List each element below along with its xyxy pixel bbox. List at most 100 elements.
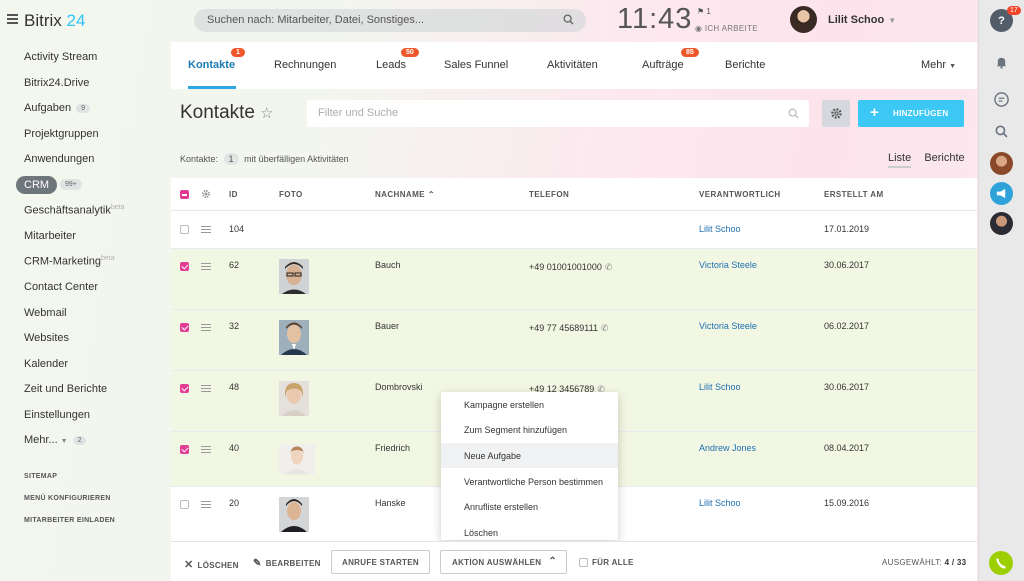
table-row[interactable]: 62 Bauch +49 01001001000 ✆ Victoria Steel… (171, 249, 977, 310)
table-row[interactable]: 104 Lilit Schoo 17.01.2019 (171, 211, 977, 249)
sidebar-item-applications[interactable]: Anwendungen (24, 153, 94, 165)
view-list-tab[interactable]: Liste (888, 152, 912, 168)
sidebar-item-crm-marketing[interactable]: CRM-Marketingbeta (24, 255, 115, 268)
sitemap-link[interactable]: SITEMAP (24, 473, 57, 480)
choose-action-select[interactable]: AKTION AUSWÄHLEN ⌃ (440, 550, 567, 574)
sidebar-item-settings[interactable]: Einstellungen (24, 409, 90, 421)
flag-counter[interactable]: ⚑ 1 (697, 7, 711, 16)
invite-employees-link[interactable]: MITARBEITER EINLADEN (24, 517, 115, 524)
sidebar-item-webmail[interactable]: Webmail (24, 307, 67, 319)
star-icon[interactable]: ☆ (260, 104, 273, 122)
col-last-name[interactable]: NACHNAME ⌃ (375, 190, 435, 199)
cell-phone[interactable]: +49 77 45689111 ✆ (529, 323, 609, 334)
tab-more[interactable]: Mehr ▼ (921, 59, 956, 71)
table-row[interactable]: 32 Bauer +49 77 45689111 ✆ Victoria Steel… (171, 310, 977, 371)
cell-responsible[interactable]: Victoria Steele (699, 321, 757, 331)
cell-last-name[interactable]: Bauer (375, 321, 399, 331)
megaphone-icon[interactable] (990, 182, 1013, 205)
tab-sales-funnel[interactable]: Sales Funnel (444, 59, 508, 71)
phone-icon[interactable]: ✆ (605, 262, 613, 272)
view-reports-tab[interactable]: Berichte (924, 152, 964, 164)
tab-activities[interactable]: Aktivitäten (547, 59, 598, 71)
cell-responsible[interactable]: Lilit Schoo (699, 382, 741, 392)
cell-responsible[interactable]: Lilit Schoo (699, 224, 741, 234)
sidebar-item-drive[interactable]: Bitrix24.Drive (24, 77, 89, 89)
sidebar-item-calendar[interactable]: Kalender (24, 358, 68, 370)
chat-icon[interactable] (990, 88, 1013, 111)
sidebar-item-websites[interactable]: Websites (24, 332, 69, 344)
menu-item-new-task[interactable]: Neue Aufgabe (441, 443, 618, 468)
search-icon[interactable] (563, 14, 574, 25)
col-responsible[interactable]: VERANTWORTLICH (699, 190, 781, 199)
cell-responsible[interactable]: Victoria Steele (699, 260, 757, 270)
col-photo[interactable]: FOTO (279, 190, 303, 199)
user-avatar[interactable] (790, 6, 817, 33)
global-search-input[interactable]: Suchen nach: Mitarbeiter, Datei, Sonstig… (194, 9, 586, 32)
settings-button[interactable] (822, 100, 850, 127)
row-checkbox[interactable] (180, 323, 189, 332)
start-calls-button[interactable]: ANRUFE STARTEN (331, 550, 430, 574)
tab-leads[interactable]: Leads (376, 59, 406, 71)
menu-item-create-campaign[interactable]: Kampagne erstellen (441, 392, 618, 417)
row-checkbox[interactable] (180, 384, 189, 393)
row-checkbox[interactable] (180, 262, 189, 271)
row-menu-icon[interactable] (201, 446, 211, 455)
call-button[interactable] (989, 551, 1013, 575)
row-checkbox[interactable] (180, 445, 189, 454)
filter-search-input[interactable]: Filter und Suche (307, 100, 809, 127)
phone-icon[interactable]: ✆ (601, 323, 609, 333)
contact-avatar[interactable] (990, 212, 1013, 235)
bell-icon[interactable] (990, 51, 1013, 74)
col-phone[interactable]: TELEFON (529, 190, 569, 199)
row-checkbox[interactable] (180, 500, 189, 509)
row-menu-icon[interactable] (201, 226, 211, 235)
user-menu[interactable]: Lilit Schoo ▼ (828, 14, 896, 26)
sidebar-item-analytics[interactable]: Geschäftsanalytikbeta (24, 204, 124, 217)
configure-menu-link[interactable]: MENÜ KONFIGURIEREN (24, 495, 111, 502)
menu-item-assign-responsible[interactable]: Verantwortliche Person bestimmen (441, 469, 618, 494)
sidebar-item-time-reports[interactable]: Zeit und Berichte (24, 383, 107, 395)
cell-last-name[interactable]: Hanske (375, 498, 406, 508)
search-icon[interactable] (788, 108, 799, 119)
sidebar-item-more[interactable]: Mehr... ▼ 2 (24, 434, 87, 446)
add-button[interactable]: + HINZUFÜGEN (858, 100, 964, 127)
sidebar-item-workgroups[interactable]: Projektgruppen (24, 128, 99, 140)
overdue-count[interactable]: 1 (223, 153, 239, 165)
sidebar-item-activity-stream[interactable]: Activity Stream (24, 51, 97, 63)
tab-invoices[interactable]: Rechnungen (274, 59, 336, 71)
contact-avatar[interactable] (990, 152, 1013, 175)
cell-responsible[interactable]: Andrew Jones (699, 443, 756, 453)
gear-icon[interactable] (201, 189, 211, 199)
menu-item-delete[interactable]: Löschen (441, 520, 618, 540)
select-all-checkbox[interactable] (180, 190, 189, 199)
search-icon[interactable] (990, 120, 1013, 143)
col-created[interactable]: ERSTELLT AM (824, 190, 884, 199)
edit-button[interactable]: ✎ BEARBEITEN (253, 558, 321, 569)
clock[interactable]: 11:43 (617, 3, 692, 36)
cell-phone[interactable]: +49 01001001000 ✆ (529, 262, 612, 273)
for-all-checkbox[interactable] (579, 558, 588, 567)
cell-responsible[interactable]: Lilit Schoo (699, 498, 741, 508)
sidebar-item-tasks[interactable]: Aufgaben 9 (24, 102, 91, 114)
sidebar-item-employees[interactable]: Mitarbeiter (24, 230, 76, 242)
work-status[interactable]: ◉ ICH ARBEITE (695, 24, 758, 33)
delete-button[interactable]: ✕ LÖSCHEN (184, 558, 239, 571)
row-checkbox[interactable] (180, 225, 189, 234)
row-menu-icon[interactable] (201, 501, 211, 510)
tab-orders[interactable]: Aufträge (642, 59, 684, 71)
sidebar-item-contact-center[interactable]: Contact Center (24, 281, 98, 293)
cell-last-name[interactable]: Bauch (375, 260, 401, 270)
menu-item-add-to-segment[interactable]: Zum Segment hinzufügen (441, 417, 618, 442)
col-id[interactable]: ID (229, 190, 238, 199)
tab-contacts[interactable]: Kontakte (188, 59, 235, 71)
menu-icon[interactable] (7, 14, 18, 24)
logo[interactable]: Bitrix 24 (24, 11, 85, 31)
row-menu-icon[interactable] (201, 263, 211, 272)
sidebar-item-crm[interactable]: CRM (16, 176, 58, 194)
menu-item-create-call-list[interactable]: Anrufliste erstellen (441, 494, 618, 519)
cell-last-name[interactable]: Dombrovski (375, 382, 423, 392)
row-menu-icon[interactable] (201, 324, 211, 333)
tab-reports[interactable]: Berichte (725, 59, 765, 71)
cell-last-name[interactable]: Friedrich (375, 443, 410, 453)
row-menu-icon[interactable] (201, 385, 211, 394)
